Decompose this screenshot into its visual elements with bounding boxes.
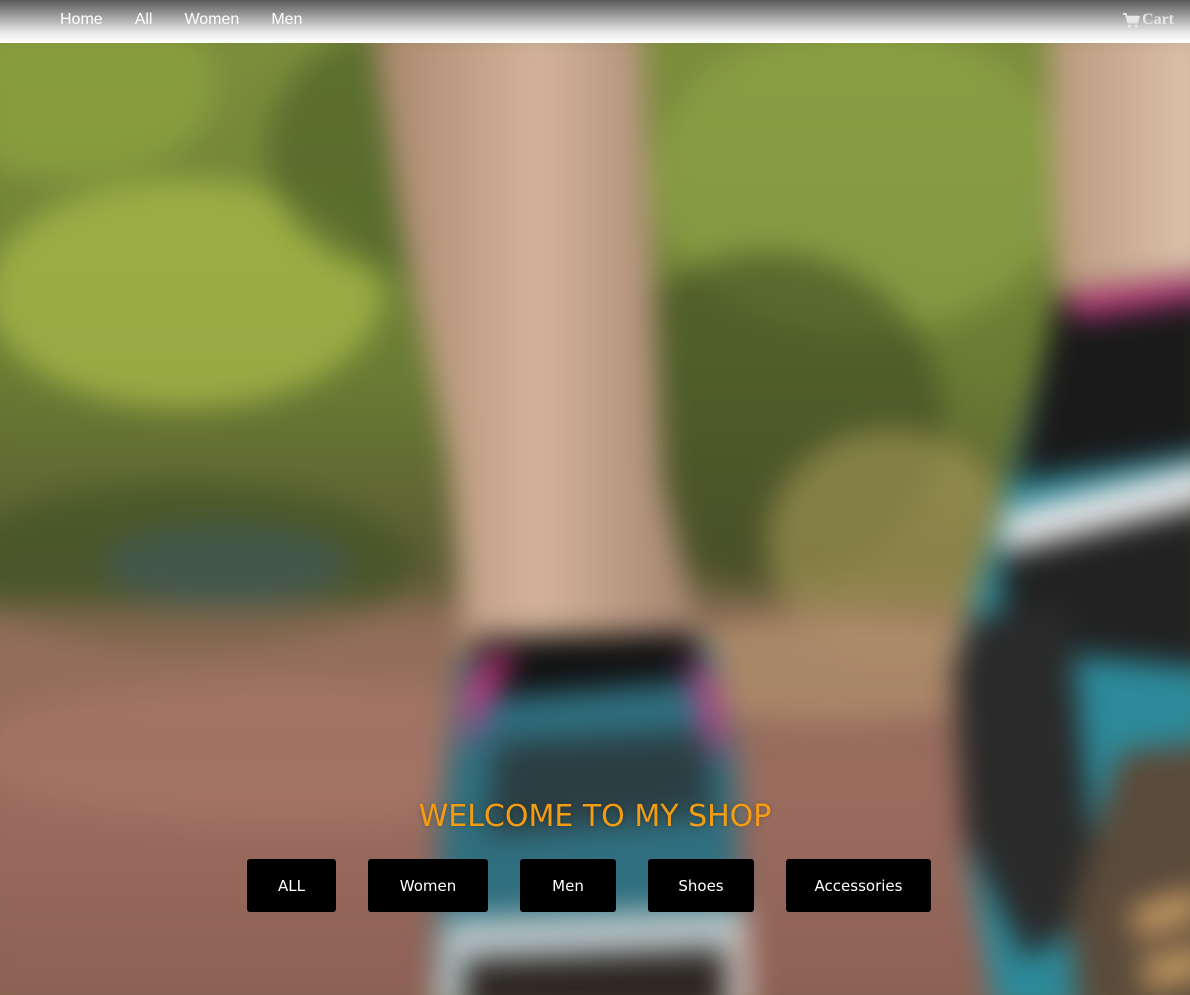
nav-link-men[interactable]: Men	[271, 10, 302, 30]
category-button-shoes[interactable]: Shoes	[648, 859, 754, 912]
nav-link-women[interactable]: Women	[184, 10, 239, 30]
category-button-accessories[interactable]: Accessories	[786, 859, 931, 912]
welcome-heading: WELCOME TO MY SHOP	[418, 799, 772, 834]
cart-link[interactable]: Cart	[1122, 10, 1174, 30]
nav-link-all[interactable]: All	[135, 10, 153, 30]
shopping-cart-icon	[1123, 12, 1141, 28]
category-button-all[interactable]: ALL	[247, 859, 336, 912]
hero-background-image	[0, 43, 1190, 995]
nav-link-home[interactable]: Home	[60, 10, 103, 30]
category-button-men[interactable]: Men	[520, 859, 616, 912]
hero-section: WELCOME TO MY SHOP ALL Women Men Shoes A…	[0, 43, 1190, 995]
cart-label: Cart	[1142, 11, 1174, 28]
top-navbar: Home All Women Men Cart	[0, 0, 1190, 43]
category-button-women[interactable]: Women	[368, 859, 488, 912]
category-buttons: ALL Women Men Shoes Accessories	[0, 859, 1190, 912]
nav-links: Home All Women Men	[60, 10, 334, 30]
